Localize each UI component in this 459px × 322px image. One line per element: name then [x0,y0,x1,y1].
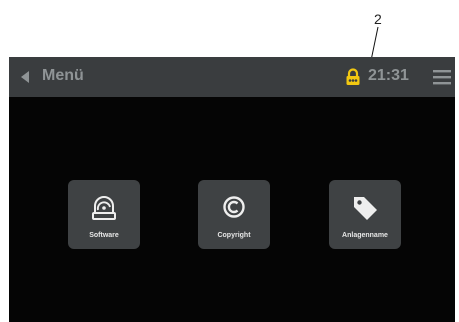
software-icon [92,196,116,220]
clock-time: 21:31 [368,67,409,84]
tile-label: Software [89,232,119,239]
hamburger-icon[interactable] [433,69,451,85]
tile-label: Copyright [217,232,251,239]
page-title: Menü [42,67,84,84]
callout-number: 2 [374,11,382,27]
software-tile[interactable]: Software [68,180,140,249]
lock-icon[interactable] [344,68,362,86]
chevron-left-icon[interactable] [18,69,34,85]
tile-label: Anlagenname [342,232,388,239]
tag-icon [354,197,377,220]
copyright-icon [223,196,245,218]
copyright-tile[interactable]: Copyright [198,180,270,249]
top-bar: Menü 21:31 [9,57,455,97]
device-screen: Menü 21:31 Software Copyright Anlagennam… [9,57,455,322]
anlagenname-tile[interactable]: Anlagenname [329,180,401,249]
